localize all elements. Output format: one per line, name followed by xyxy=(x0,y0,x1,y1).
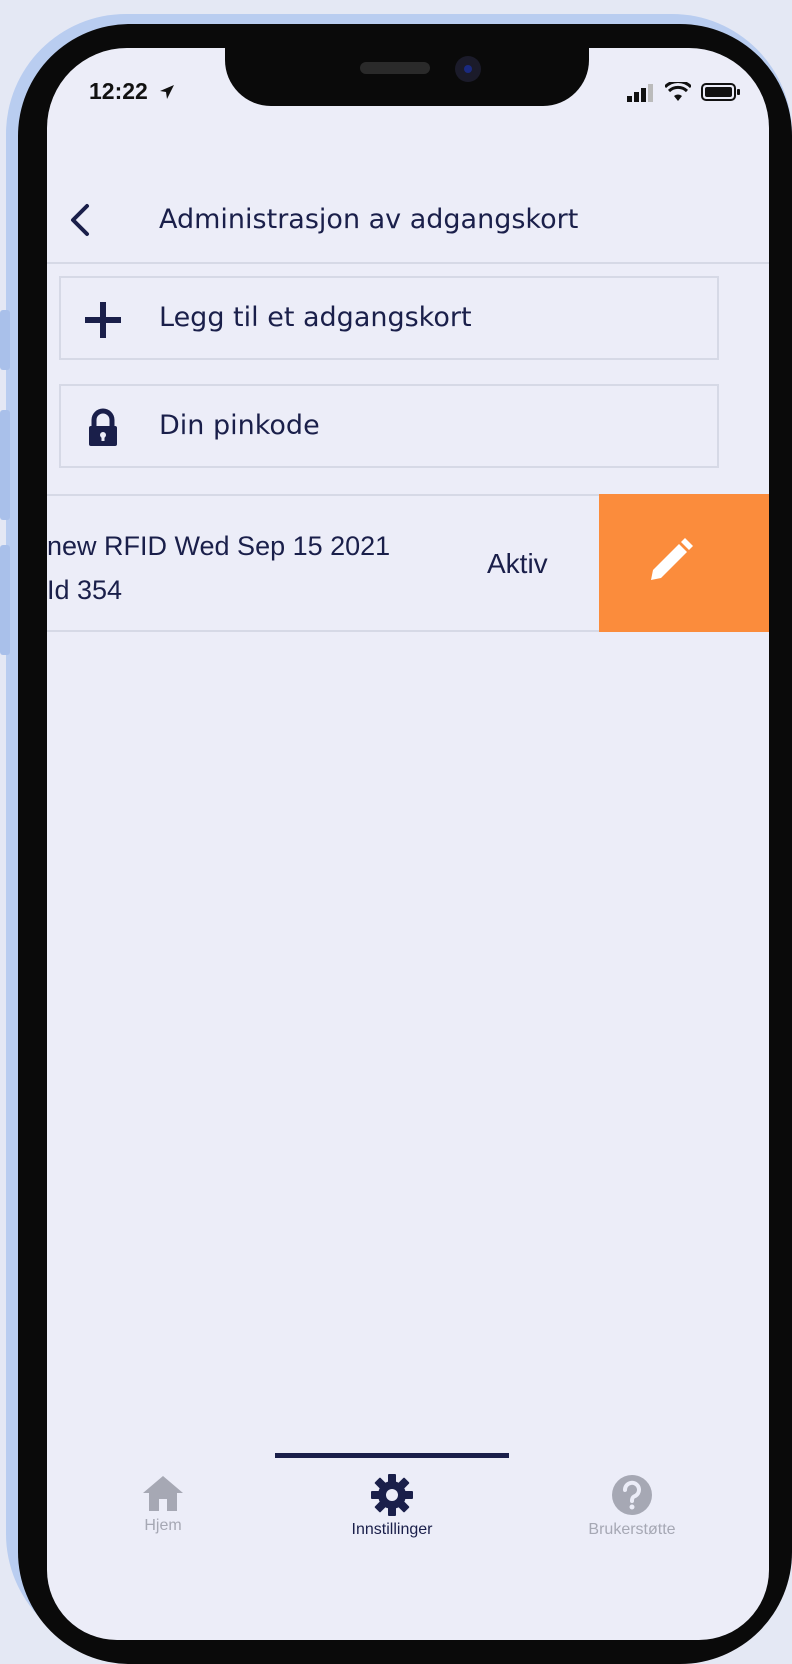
active-tab-indicator xyxy=(275,1453,509,1458)
tab-settings[interactable]: Innstillinger xyxy=(292,1473,492,1539)
card-name: new RFID Wed Sep 15 2021 Id 354 xyxy=(47,524,390,612)
edit-card-button[interactable] xyxy=(599,494,769,632)
help-icon xyxy=(612,1475,652,1515)
tab-support-label: Brukerstøtte xyxy=(588,1521,676,1538)
lock-icon xyxy=(89,408,117,446)
add-access-card-button[interactable]: Legg til et adgangskort xyxy=(59,276,719,360)
front-camera xyxy=(455,56,481,82)
pin-code-label: Din pinkode xyxy=(159,410,320,441)
tab-home[interactable]: Hjem xyxy=(63,1473,263,1535)
notch xyxy=(225,48,589,106)
signal-icon xyxy=(627,84,653,102)
tab-settings-label: Innstillinger xyxy=(351,1521,433,1538)
header: Administrasjon av adgangskort xyxy=(47,188,769,264)
battery-icon xyxy=(701,83,740,101)
access-card-row[interactable]: new RFID Wed Sep 15 2021 Id 354 Aktiv xyxy=(47,494,769,632)
back-button[interactable] xyxy=(61,200,101,240)
volume-down-button xyxy=(0,545,10,655)
silent-switch xyxy=(0,310,10,370)
location-arrow-icon xyxy=(160,85,175,99)
plus-icon xyxy=(85,302,121,338)
card-name-line1: new RFID Wed Sep 15 2021 xyxy=(47,531,391,561)
home-icon xyxy=(143,1476,183,1511)
status-time: 12:22 xyxy=(89,78,176,105)
wifi-icon xyxy=(665,82,691,101)
gear-icon xyxy=(371,1474,413,1516)
speaker-grille xyxy=(360,62,430,74)
add-access-card-label: Legg til et adgangskort xyxy=(159,302,472,333)
screen: 12:22 Administrasjon av adgangskort Legg… xyxy=(47,48,769,1640)
tab-support[interactable]: Brukerstøtte xyxy=(532,1473,732,1539)
status-icons xyxy=(627,82,741,102)
pencil-icon xyxy=(651,538,693,580)
chevron-left-icon xyxy=(71,204,89,236)
card-status: Aktiv xyxy=(487,548,548,579)
volume-up-button xyxy=(0,410,10,520)
page-title: Administrasjon av adgangskort xyxy=(159,204,579,235)
card-id: Id 354 xyxy=(47,575,123,605)
tab-home-label: Hjem xyxy=(144,1517,182,1534)
pin-code-button[interactable]: Din pinkode xyxy=(59,384,719,468)
